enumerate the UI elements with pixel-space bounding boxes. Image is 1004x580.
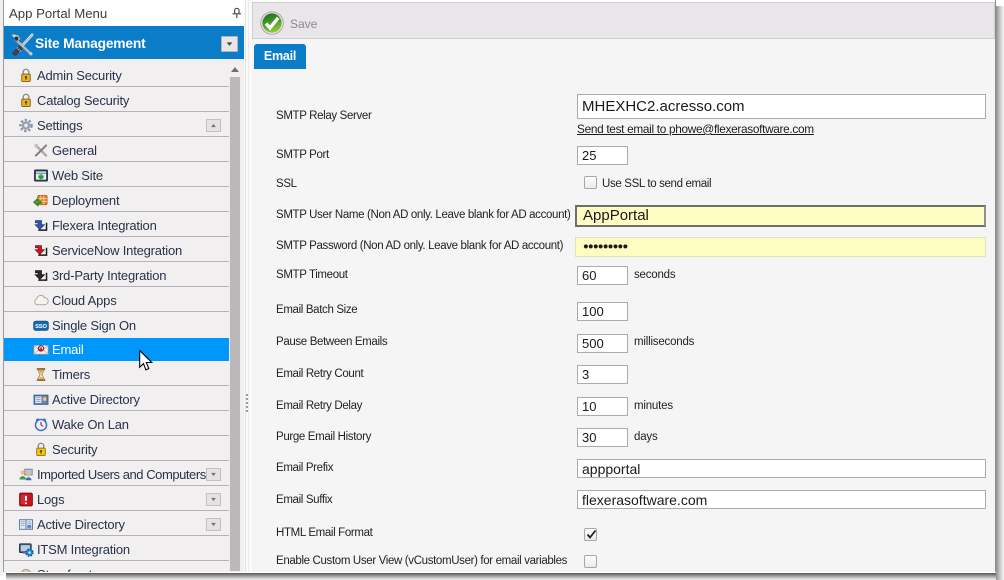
svg-text:SSO: SSO xyxy=(35,323,47,329)
